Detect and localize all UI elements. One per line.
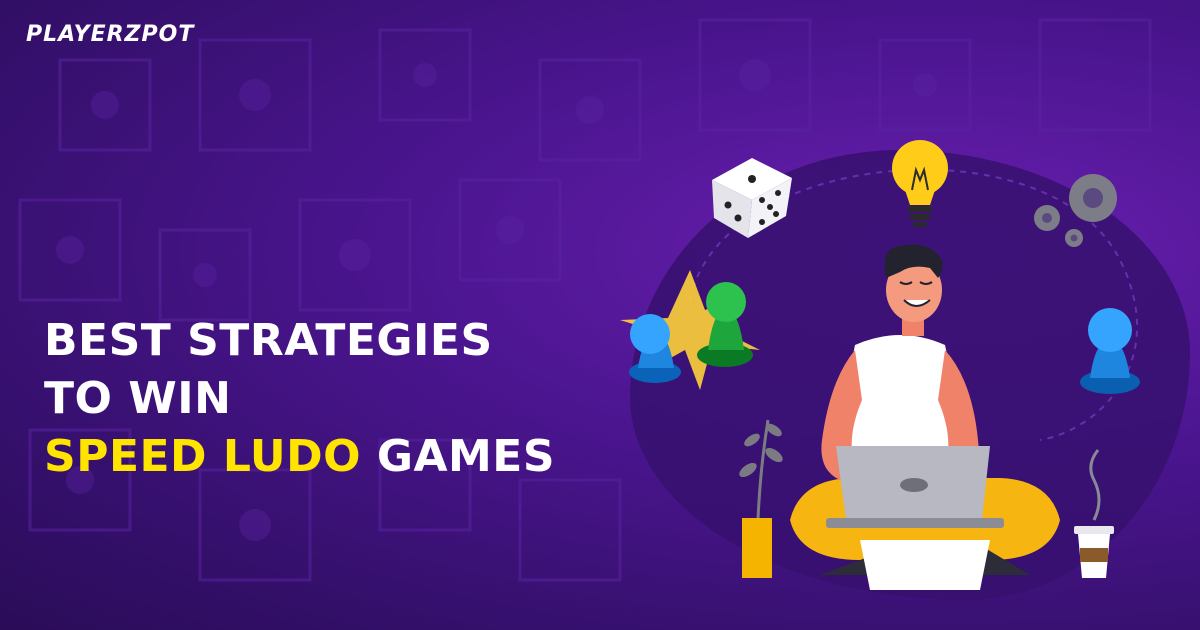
plant-icon [739,419,783,578]
banner: PLAYERZPOT BEST STRATEGIES TO WIN SPEED … [0,0,1200,630]
person-illustration [790,244,1060,590]
lightbulb-icon [892,140,948,227]
illustration [620,140,1140,590]
ludo-pawns-icon [620,270,760,390]
coffee-cup-icon [1074,449,1114,578]
blue-pawn-icon [1080,308,1140,394]
dice-icon [712,158,792,238]
